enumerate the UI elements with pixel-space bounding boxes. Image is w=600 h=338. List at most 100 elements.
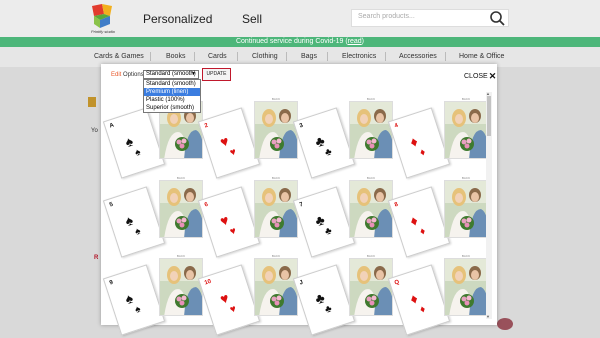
finish-dropdown: Standard (smooth) Premium (linen) Plasti… <box>143 79 201 113</box>
card-rank: 2 <box>203 122 209 130</box>
card-suit-icon: ♠ <box>133 225 143 238</box>
card-back-photo <box>349 258 393 316</box>
finish-option-standard[interactable]: Standard (smooth) <box>144 80 200 88</box>
card-back-photo <box>254 180 298 238</box>
card-back-photo <box>159 258 203 316</box>
update-button[interactable]: UPDATE <box>202 68 231 81</box>
card-rank: 9 <box>108 279 114 287</box>
card-back-photo <box>444 101 488 159</box>
card-back: BACK <box>444 254 488 316</box>
category-cards-games[interactable]: Cards & Games <box>94 53 144 60</box>
scrollbar-thumb[interactable] <box>487 96 491 136</box>
category-divider <box>237 52 238 61</box>
site-logo[interactable]: Printify studio <box>88 4 122 34</box>
banner-text: Continued service during Covid-19 ( <box>235 38 348 45</box>
card-suit-icon: ♦ <box>418 303 427 316</box>
category-cards[interactable]: Cards <box>208 53 227 60</box>
playing-card-face: J ♣ ♣ <box>292 264 356 336</box>
card-rank: 10 <box>203 278 213 287</box>
playing-card-face: 2 ♥ ♥ <box>197 107 261 179</box>
options-label: Options <box>123 72 144 78</box>
card-preview-pair: 5 ♠ ♠ BACK <box>102 176 207 258</box>
card-preview-pair: 10 ♥ ♥ BACK <box>197 254 302 336</box>
finish-option-plastic[interactable]: Plastic (100%) <box>144 96 200 104</box>
card-back: BACK <box>349 254 393 316</box>
card-back-photo <box>349 101 393 159</box>
couple-photo <box>350 181 392 237</box>
edit-link[interactable]: Edit <box>111 72 121 78</box>
couple-photo <box>255 102 297 158</box>
close-label: CLOSE <box>464 73 488 80</box>
card-back-photo <box>254 101 298 159</box>
playing-card-face: A ♠ ♠ <box>102 107 166 179</box>
finish-option-superior[interactable]: Superior (smooth) <box>144 104 200 112</box>
card-back: BACK <box>349 97 393 159</box>
banner-read-link[interactable]: read <box>348 38 362 45</box>
card-back: BACK <box>444 97 488 159</box>
category-divider <box>445 52 446 61</box>
close-button[interactable]: CLOSE✕ <box>464 70 496 81</box>
finish-select-value: Standard (smooth) <box>146 71 196 77</box>
playing-card-face: Q ♦ ♦ <box>387 264 451 336</box>
card-preview-pair: 4 ♦ ♦ BACK <box>387 97 492 179</box>
card-back-photo <box>254 258 298 316</box>
card-back: BACK <box>444 176 488 238</box>
card-back: BACK <box>254 176 298 238</box>
search-placeholder: Search products... <box>358 13 415 20</box>
card-rank: 6 <box>203 201 209 209</box>
nav-personalized[interactable]: Personalized <box>143 12 212 26</box>
card-back-photo <box>444 180 488 238</box>
card-rank: J <box>298 279 304 287</box>
card-rank: 5 <box>108 201 114 209</box>
banner-close-paren: ) <box>361 38 365 45</box>
card-back-photo <box>349 180 393 238</box>
card-preview-pair: 2 ♥ ♥ BACK <box>197 97 302 179</box>
category-books[interactable]: Books <box>166 53 185 60</box>
couple-photo <box>255 181 297 237</box>
search-icon[interactable] <box>488 9 508 27</box>
scroll-down-icon[interactable]: ▼ <box>486 314 490 319</box>
card-back-photo <box>159 180 203 238</box>
card-back: BACK <box>349 176 393 238</box>
card-preview-modal: Edit Options Standard (smooth) ▼ Standar… <box>101 64 497 336</box>
couple-photo <box>160 259 202 315</box>
card-preview-pair: 7 ♣ ♣ BACK <box>292 176 397 258</box>
card-suit-icon: ♣ <box>323 303 334 316</box>
category-divider <box>150 52 151 61</box>
category-home-office[interactable]: Home & Office <box>459 53 504 60</box>
card-preview-pair: Q ♦ ♦ BACK <box>387 254 492 336</box>
playing-card-face: 4 ♦ ♦ <box>387 107 451 179</box>
card-preview-pair: 9 ♠ ♠ BACK <box>102 254 207 336</box>
couple-photo <box>255 259 297 315</box>
search-input[interactable]: Search products... <box>351 9 509 27</box>
playing-card-face: 10 ♥ ♥ <box>197 264 261 336</box>
card-preview-pair: 6 ♥ ♥ BACK <box>197 176 302 258</box>
card-rank: 3 <box>298 122 304 130</box>
card-suit-icon: ♦ <box>418 225 427 238</box>
card-suit-icon: ♣ <box>323 146 334 159</box>
category-divider <box>286 52 287 61</box>
site-header: Printify studio Personalized Sell Search… <box>0 0 600 37</box>
category-bags[interactable]: Bags <box>301 53 317 60</box>
card-preview-pair: 8 ♦ ♦ BACK <box>387 176 492 258</box>
card-suit-icon: ♦ <box>418 146 427 159</box>
svg-text:Printify studio: Printify studio <box>91 29 116 34</box>
card-back-photo <box>444 258 488 316</box>
finish-option-premium[interactable]: Premium (linen) <box>144 88 200 96</box>
card-rank: Q <box>393 279 401 287</box>
category-divider <box>327 52 328 61</box>
finish-select[interactable]: Standard (smooth) ▼ <box>143 70 199 79</box>
category-electronics[interactable]: Electronics <box>342 53 376 60</box>
card-suit-icon: ♥ <box>228 146 238 159</box>
scroll-up-icon[interactable]: ▲ <box>486 91 490 96</box>
card-suit-icon: ♥ <box>228 225 238 238</box>
playing-card-face: 3 ♣ ♣ <box>292 107 356 179</box>
category-clothing[interactable]: Clothing <box>252 53 278 60</box>
nav-sell[interactable]: Sell <box>242 12 262 26</box>
playing-card-face: 5 ♠ ♠ <box>102 186 166 258</box>
card-rank: A <box>108 122 115 130</box>
category-accessories[interactable]: Accessories <box>399 53 437 60</box>
couple-photo <box>350 102 392 158</box>
card-rank: 7 <box>298 201 304 209</box>
couple-photo <box>445 259 487 315</box>
